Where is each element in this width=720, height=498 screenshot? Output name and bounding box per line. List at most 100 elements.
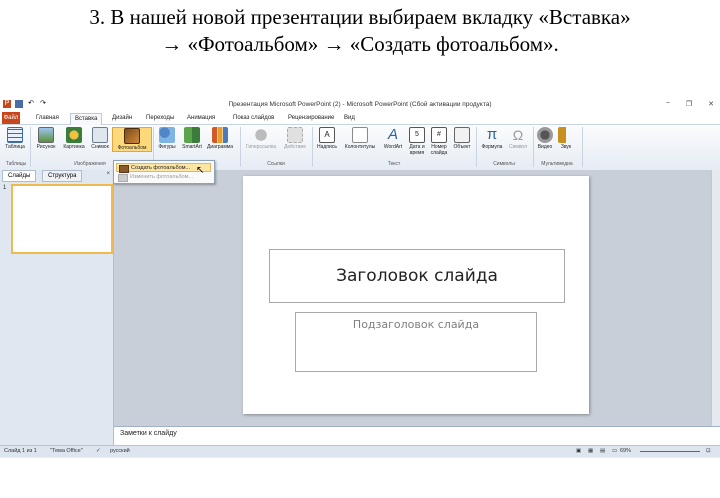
tab-outline[interactable]: Структура bbox=[42, 170, 83, 182]
close-pane-icon[interactable]: × bbox=[106, 171, 110, 177]
action-label: Действие bbox=[284, 144, 306, 150]
hyperlink-label: Гиперссылка bbox=[245, 144, 277, 150]
normal-view-icon[interactable]: ▣ bbox=[576, 446, 581, 457]
photoalbum-icon bbox=[124, 128, 140, 144]
window-title: Презентация Microsoft PowerPoint (2) - M… bbox=[228, 101, 492, 108]
slide-canvas[interactable]: Заголовок слайда Подзаголовок слайда bbox=[243, 176, 589, 414]
object-label: Объект bbox=[453, 144, 471, 150]
chart-label: Диаграмма bbox=[206, 144, 233, 150]
tab-transitions[interactable]: Переходы bbox=[142, 113, 178, 124]
equation-label: Формула bbox=[481, 144, 503, 150]
film-icon bbox=[537, 127, 553, 143]
minimize-button[interactable]: − bbox=[666, 100, 670, 108]
tab-review[interactable]: Рецензирование bbox=[284, 113, 338, 124]
status-bar: Слайд 1 из 1 "Тема Office" ✓ русский ▣ ▦… bbox=[0, 445, 720, 457]
datetime-button[interactable]: 5 Дата и время bbox=[406, 127, 428, 156]
wordart-button[interactable]: A WordArt bbox=[380, 126, 406, 151]
fit-window-icon[interactable]: ⊡ bbox=[706, 446, 711, 457]
slidenumber-icon: # bbox=[431, 127, 447, 143]
picture-label: Рисунок bbox=[36, 144, 56, 150]
screenshot-icon bbox=[92, 127, 108, 143]
table-button[interactable]: Таблица bbox=[3, 127, 27, 150]
zoom-level[interactable]: 69% bbox=[620, 446, 631, 457]
speaker-icon bbox=[558, 127, 574, 143]
spellcheck-icon: ✓ bbox=[96, 448, 101, 454]
vertical-scrollbar[interactable] bbox=[711, 170, 720, 426]
clipart-icon bbox=[66, 127, 82, 143]
headerfooter-button[interactable]: Колонтитулы bbox=[341, 127, 379, 150]
maximize-button[interactable]: ❐ bbox=[686, 100, 692, 108]
photoalbum-label: Фотоальбом bbox=[117, 145, 147, 151]
video-button[interactable]: Видео bbox=[535, 127, 555, 150]
status-slide-count: Слайд 1 из 1 bbox=[4, 448, 37, 454]
picture-button[interactable]: Рисунок bbox=[33, 127, 59, 150]
title-placeholder[interactable]: Заголовок слайда bbox=[269, 249, 565, 303]
smartart-label: SmartArt bbox=[182, 144, 202, 150]
caption-line-2: → «Фотоальбом» → «Создать фотоальбом». bbox=[161, 32, 559, 56]
subtitle-placeholder[interactable]: Подзаголовок слайда bbox=[295, 312, 537, 372]
slideshow-view-icon[interactable]: ▭ bbox=[612, 446, 617, 457]
slidenumber-label: Номер слайда bbox=[430, 144, 448, 156]
photoalbum-small-icon bbox=[119, 165, 129, 173]
shapes-button[interactable]: Фигуры bbox=[155, 127, 179, 150]
headerfooter-icon bbox=[352, 127, 368, 143]
tab-design[interactable]: Дизайн bbox=[108, 113, 136, 124]
slidenumber-button[interactable]: # Номер слайда bbox=[428, 127, 450, 156]
audio-button[interactable]: Звук bbox=[556, 127, 576, 150]
picture-icon bbox=[38, 127, 54, 143]
screenshot-label: Снимок bbox=[91, 144, 109, 150]
omega-icon: Ω bbox=[512, 127, 524, 143]
action-button[interactable]: Действие bbox=[281, 127, 309, 150]
tab-view[interactable]: Вид bbox=[340, 113, 359, 124]
caption-line-1: 3. В нашей новой презентации выбираем вк… bbox=[89, 5, 631, 29]
video-label: Видео bbox=[537, 144, 553, 150]
wordart-icon: A bbox=[387, 126, 398, 143]
close-button[interactable]: ✕ bbox=[708, 100, 714, 108]
ribbon-tabs: Файл Главная Вставка Дизайн Переходы Ани… bbox=[0, 112, 720, 126]
notes-pane[interactable]: Заметки к слайду bbox=[114, 426, 720, 445]
smartart-button[interactable]: SmartArt bbox=[180, 127, 204, 150]
textbox-icon: A bbox=[319, 127, 335, 143]
status-language: русский bbox=[110, 448, 130, 454]
window-controls: − ❐ ✕ bbox=[666, 100, 714, 108]
edit-photoalbum-label: Изменить фотоальбом... bbox=[130, 174, 194, 180]
tab-slides[interactable]: Слайды bbox=[2, 170, 37, 182]
photoalbum-button[interactable]: Фотоальбом bbox=[112, 127, 152, 152]
clipart-label: Картинка bbox=[63, 144, 85, 150]
equation-button[interactable]: π Формула bbox=[478, 126, 506, 151]
group-media-label: Мультимедиа bbox=[541, 161, 573, 167]
datetime-label: Дата и время bbox=[409, 144, 425, 156]
textbox-button[interactable]: A Надпись bbox=[314, 127, 340, 150]
screenshot-button[interactable]: Снимок bbox=[89, 127, 111, 150]
slide-editing-area: Заголовок слайда Подзаголовок слайда bbox=[114, 170, 720, 426]
object-button[interactable]: Объект bbox=[451, 127, 473, 150]
ribbon-insert: Таблица Рисунок Картинка Снимок Фотоальб… bbox=[0, 125, 720, 171]
audio-label: Звук bbox=[560, 144, 572, 150]
chart-button[interactable]: Диаграмма bbox=[205, 127, 235, 150]
wordart-label: WordArt bbox=[383, 144, 403, 150]
reading-view-icon[interactable]: ▤ bbox=[600, 446, 605, 457]
pane-tabs: Слайды Структура × bbox=[0, 170, 113, 182]
powerpoint-window: P ↶ ↷ Презентация Microsoft PowerPoint (… bbox=[0, 98, 720, 458]
table-icon bbox=[7, 127, 23, 143]
sorter-view-icon[interactable]: ▦ bbox=[588, 446, 593, 457]
slide-thumbnail[interactable] bbox=[11, 184, 113, 254]
calendar-icon: 5 bbox=[409, 127, 425, 143]
pi-icon: π bbox=[486, 126, 498, 143]
hyperlink-button[interactable]: Гиперссылка bbox=[242, 127, 280, 150]
tab-animations[interactable]: Анимация bbox=[183, 113, 219, 124]
smartart-icon bbox=[184, 127, 200, 143]
headerfooter-label: Колонтитулы bbox=[344, 144, 376, 150]
tab-slideshow[interactable]: Показ слайдов bbox=[229, 113, 278, 124]
symbol-button[interactable]: Ω Символ bbox=[506, 127, 530, 150]
symbol-label: Символ bbox=[508, 144, 528, 150]
clipart-button[interactable]: Картинка bbox=[60, 127, 88, 150]
title-bar: P ↶ ↷ Презентация Microsoft PowerPoint (… bbox=[0, 98, 720, 112]
tab-file[interactable]: Файл bbox=[2, 112, 20, 124]
group-text-label: Текст bbox=[387, 161, 401, 167]
create-photoalbum-label: Создать фотоальбом... bbox=[131, 165, 191, 171]
table-label: Таблица bbox=[5, 144, 25, 150]
zoom-slider[interactable] bbox=[640, 451, 700, 452]
tab-home[interactable]: Главная bbox=[32, 113, 63, 124]
group-links-label: Ссылки bbox=[267, 161, 285, 167]
